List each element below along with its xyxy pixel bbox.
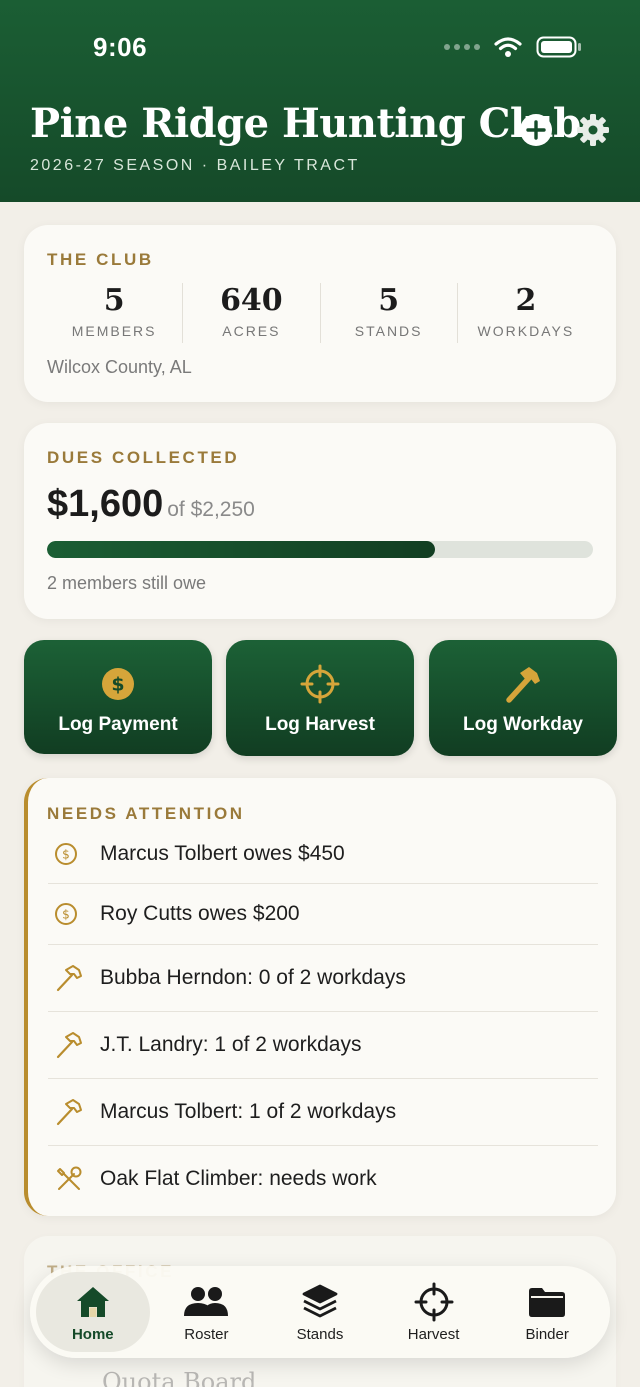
tab-harvest[interactable]: Harvest (377, 1272, 491, 1352)
needs-attention-label: NEEDS ATTENTION (47, 804, 245, 823)
stat-stands: 5 STANDS (321, 283, 458, 343)
log-payment-label: Log Payment (58, 714, 178, 735)
svg-text:$: $ (62, 847, 70, 861)
gear-icon (577, 114, 609, 146)
log-workday-button[interactable]: Log Workday (429, 640, 617, 756)
tab-label: Home (71, 1325, 114, 1343)
hammer-icon (506, 667, 540, 703)
attention-item[interactable]: Oak Flat Climber: needs work (48, 1146, 598, 1212)
log-payment-button[interactable]: $ Log Payment (24, 640, 212, 754)
stat-label: STANDS (354, 323, 423, 339)
attention-item-text: Roy Cutts owes $200 (100, 902, 300, 925)
attention-item[interactable]: Marcus Tolbert: 1 of 2 workdays (48, 1079, 598, 1146)
stat-label: WORKDAYS (477, 323, 575, 339)
house-icon (76, 1286, 109, 1317)
dues-collected: $1,600 (47, 483, 164, 525)
page-subtitle: 2026-27 SEASON · BAILEY TRACT (30, 157, 360, 174)
svg-text:$: $ (111, 674, 124, 696)
stat-label: MEMBERS (71, 323, 157, 339)
crosshair-icon (414, 1282, 454, 1321)
battery-icon (536, 36, 581, 58)
dues-total: of $2,250 (167, 498, 255, 521)
page-title: Pine Ridge Hunting Club (30, 100, 581, 147)
hammer-icon (56, 1032, 82, 1059)
tab-label: Binder (525, 1325, 569, 1343)
attention-item-text: Marcus Tolbert owes $450 (100, 841, 345, 865)
club-card-label: THE CLUB (47, 250, 154, 269)
attention-item-text: Bubba Herndon: 0 of 2 workdays (100, 966, 406, 989)
tab-binder[interactable]: Binder (490, 1272, 604, 1352)
signal-icon (444, 44, 480, 50)
stat-acres: 640 ACRES (183, 283, 321, 343)
tab-home[interactable]: Home (36, 1272, 150, 1352)
add-button[interactable] (518, 112, 554, 148)
folder-icon (529, 1287, 566, 1317)
attention-item-text: J.T. Landry: 1 of 2 workdays (100, 1033, 362, 1056)
tab-stands[interactable]: Stands (263, 1272, 377, 1352)
attention-item[interactable]: Bubba Herndon: 0 of 2 workdays (48, 945, 598, 1012)
attention-item[interactable]: $ Marcus Tolbert owes $450 (48, 824, 598, 884)
dues-note: 2 members still owe (47, 573, 207, 593)
attention-item-text: Marcus Tolbert: 1 of 2 workdays (100, 1100, 397, 1123)
stat-members: 5 MEMBERS (46, 283, 184, 343)
settings-button[interactable] (575, 112, 611, 148)
attention-item-text: Oak Flat Climber: needs work (100, 1167, 377, 1190)
log-harvest-button[interactable]: Log Harvest (226, 640, 414, 756)
club-location: Wilcox County, AL (47, 357, 192, 377)
status-time: 9:06 (93, 32, 148, 62)
tab-label: Stands (296, 1325, 344, 1343)
plus-circle-icon (520, 114, 552, 146)
tab-roster[interactable]: Roster (150, 1272, 264, 1352)
dues-progress-fill (47, 541, 436, 558)
svg-text:$: $ (62, 908, 70, 922)
stat-value: 640 (220, 283, 283, 318)
stat-workdays: 2 WORKDAYS (458, 283, 594, 343)
attention-item[interactable]: $ Roy Cutts owes $200 (48, 884, 598, 945)
stat-label: ACRES (222, 323, 281, 339)
stat-value: 5 (378, 283, 400, 318)
needs-attention-card: NEEDS ATTENTION $ Marcus Tolbert owes $4… (24, 778, 616, 1216)
club-card: THE CLUB 5 MEMBERS 640 ACRES 5 STANDS 2 … (24, 225, 616, 402)
layers-icon (302, 1284, 338, 1317)
log-workday-label: Log Workday (463, 714, 583, 735)
tab-bar: Home Roster Stands Harvest Binder (30, 1266, 610, 1358)
header: 9:06 Pine Ridge Hunting Club 2026-27 SEA… (0, 0, 640, 202)
log-harvest-label: Log Harvest (265, 714, 375, 735)
dues-card[interactable]: DUES COLLECTED $1,600 of $2,250 2 members… (24, 423, 616, 619)
club-stats: 5 MEMBERS 640 ACRES 5 STANDS 2 WORKDAYS (24, 283, 616, 343)
dollar-coin-icon: $ (102, 668, 134, 700)
dues-amount: $1,600 of $2,250 (47, 483, 255, 526)
stat-value: 5 (103, 283, 125, 318)
hammer-icon (56, 965, 82, 992)
tab-label: Harvest (407, 1325, 460, 1343)
status-icons (444, 36, 582, 58)
wrench-screwdriver-icon (57, 1166, 82, 1190)
dues-card-label: DUES COLLECTED (47, 448, 240, 467)
crosshair-icon (300, 664, 340, 704)
wifi-icon (494, 37, 522, 57)
dues-progress-bar (47, 541, 593, 558)
dollar-circle-icon: $ (55, 903, 77, 925)
stat-value: 2 (515, 283, 537, 318)
quota-board-link[interactable]: Quota Board (102, 1368, 256, 1387)
attention-item[interactable]: J.T. Landry: 1 of 2 workdays (48, 1012, 598, 1079)
tab-label: Roster (184, 1325, 229, 1343)
people-icon (184, 1286, 229, 1316)
hammer-icon (56, 1099, 82, 1126)
dollar-circle-icon: $ (55, 842, 77, 865)
